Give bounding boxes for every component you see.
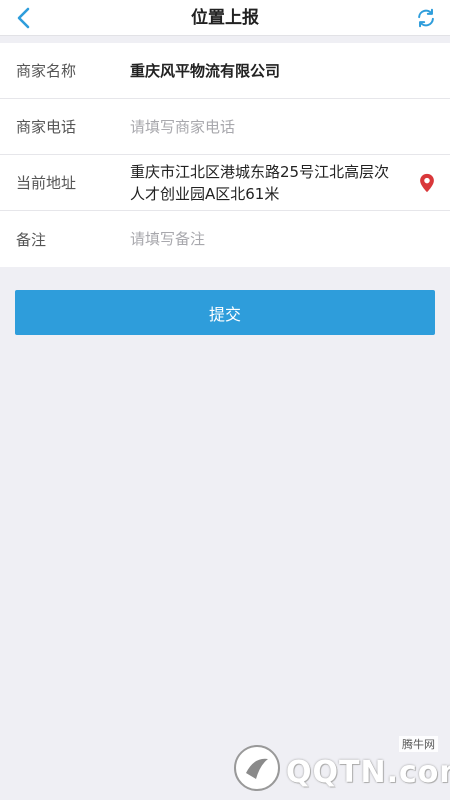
merchant-name-value: 重庆风平物流有限公司 [130, 62, 281, 80]
watermark: QQTN.com 腾牛网 [232, 736, 450, 794]
merchant-name-label: 商家名称 [16, 62, 77, 80]
current-address-value: 重庆市江北区港城东路25号江北高层次人才创业园A区北61米 [130, 162, 390, 203]
merchant-name-row: 商家名称 重庆风平物流有限公司 [0, 43, 450, 99]
refresh-button[interactable] [412, 4, 440, 32]
current-address-label: 当前地址 [16, 174, 77, 192]
location-pin-icon[interactable] [416, 172, 438, 194]
submit-button[interactable]: 提交 [15, 290, 435, 335]
current-address-row: 当前地址 重庆市江北区港城东路25号江北高层次人才创业园A区北61米 [0, 155, 450, 211]
submit-area: 提交 [0, 267, 450, 335]
remark-input[interactable] [130, 230, 434, 248]
watermark-logo-icon [234, 745, 280, 791]
watermark-text: QQTN.com [286, 754, 450, 790]
chevron-left-icon [17, 7, 30, 29]
report-form: 商家名称 重庆风平物流有限公司 商家电话 当前地址 重庆市江北区港城东路25号江… [0, 43, 450, 267]
remark-row: 备注 [0, 211, 450, 267]
back-button[interactable] [10, 4, 38, 32]
remark-label: 备注 [16, 230, 47, 249]
refresh-icon [418, 8, 434, 28]
merchant-phone-input[interactable] [130, 117, 434, 136]
watermark-tag: 腾牛网 [399, 736, 438, 752]
top-bar: 位置上报 [0, 0, 450, 36]
merchant-phone-row: 商家电话 [0, 99, 450, 155]
page-title: 位置上报 [191, 8, 259, 28]
merchant-phone-label: 商家电话 [16, 118, 77, 136]
